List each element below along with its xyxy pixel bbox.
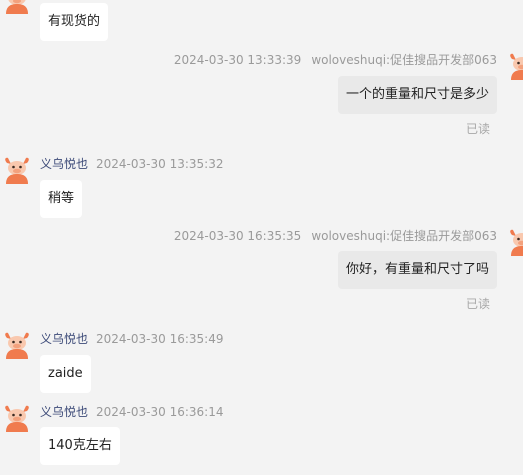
message-timestamp: 2024-03-30 13:35:32 xyxy=(96,157,224,171)
bull-mascot-icon xyxy=(510,53,523,80)
message-timestamp: 2024-03-30 16:35:35 xyxy=(173,229,302,243)
seller-avatar[interactable] xyxy=(3,404,31,432)
message-bubble[interactable]: 有现货的 xyxy=(40,3,109,41)
message-timestamp: 2024-03-30 16:35:49 xyxy=(96,332,224,346)
read-status: 已读 xyxy=(466,122,491,136)
read-status: 已读 xyxy=(466,297,491,311)
seller-avatar[interactable] xyxy=(3,156,31,184)
user-avatar[interactable] xyxy=(508,228,523,256)
message-text: zaide xyxy=(48,366,83,381)
sender-name: woloveshuqi:促佳搜品开发部063 xyxy=(311,53,497,67)
sender-name: 义乌悦也 xyxy=(40,157,89,171)
bull-mascot-icon xyxy=(5,405,29,432)
message-header: 义乌悦也 2024-03-30 16:36:14 xyxy=(40,404,223,420)
bull-mascot-icon xyxy=(510,229,523,256)
message-header: 义乌悦也 2024-03-30 13:35:32 xyxy=(40,156,223,172)
message-text: 你好，有重量和尺寸了吗 xyxy=(345,262,489,277)
message-text: 有现货的 xyxy=(48,14,101,29)
message-bubble[interactable]: zaide xyxy=(40,355,91,393)
message-bubble[interactable]: 你好，有重量和尺寸了吗 xyxy=(337,251,497,289)
message-header: 2024-03-30 16:35:35 woloveshuqi:促佳搜品开发部06… xyxy=(174,228,497,244)
message-text: 一个的重量和尺寸是多少 xyxy=(345,87,489,102)
message-bubble[interactable]: 稍等 xyxy=(40,180,83,218)
message-bubble[interactable]: 140克左右 xyxy=(40,427,120,465)
bull-mascot-icon xyxy=(5,332,29,359)
message-bubble[interactable]: 一个的重量和尺寸是多少 xyxy=(337,76,497,114)
message-timestamp: 2024-03-30 13:33:39 xyxy=(173,53,302,67)
sender-name: 义乌悦也 xyxy=(40,332,89,346)
sender-name: woloveshuqi:促佳搜品开发部063 xyxy=(311,229,497,243)
bull-mascot-icon xyxy=(6,0,28,14)
sender-name: 义乌悦也 xyxy=(40,405,89,419)
bull-mascot-icon xyxy=(5,157,29,184)
message-header: 义乌悦也 2024-03-30 16:35:49 xyxy=(40,331,223,347)
message-header: 2024-03-30 13:33:39 woloveshuqi:促佳搜品开发部06… xyxy=(174,52,497,68)
user-avatar[interactable] xyxy=(508,52,523,80)
seller-avatar[interactable] xyxy=(3,331,31,359)
message-text: 稍等 xyxy=(48,191,75,206)
message-timestamp: 2024-03-30 16:36:14 xyxy=(96,405,224,419)
seller-avatar[interactable] xyxy=(3,0,31,14)
chat-message-list[interactable]: 有现货的 2024-03-30 13:33:39 woloveshuqi:促佳搜品… xyxy=(0,0,523,475)
message-text: 140克左右 xyxy=(48,438,112,453)
